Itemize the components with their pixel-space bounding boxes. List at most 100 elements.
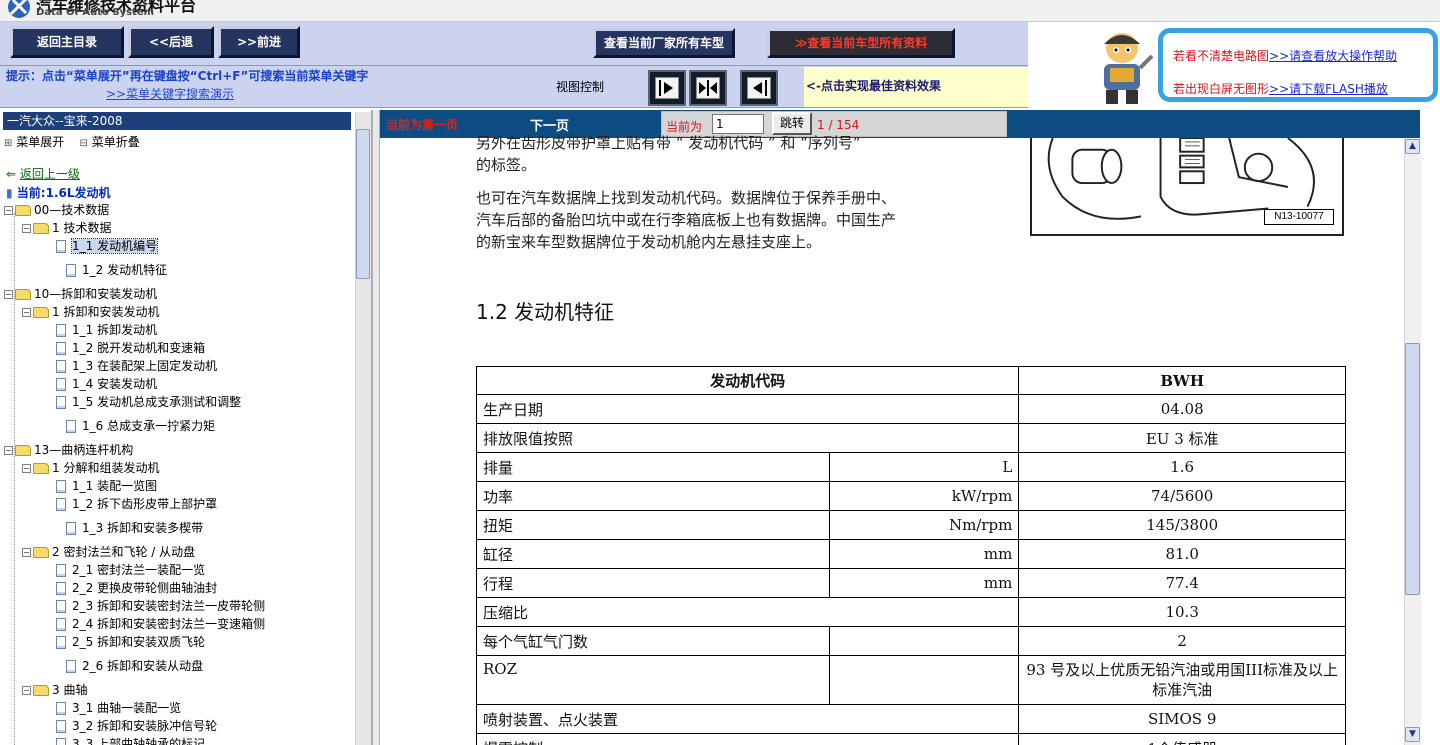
tree-node-13-2-3[interactable]: 2_3 拆卸和安装密封法兰一皮带轮侧: [56, 598, 265, 615]
tree-node-13-1-2[interactable]: 1_2 拆下齿形皮带上部护罩: [56, 496, 217, 513]
tree-node-10-1-5[interactable]: 1_5 发动机总成支承测试和调整: [56, 394, 241, 411]
forward-button[interactable]: >>前进: [218, 26, 300, 58]
collapse-toggle-icon: −: [4, 446, 13, 455]
table-cell-unit: Nm/rpm: [828, 510, 1020, 540]
document-icon: [56, 582, 66, 595]
table-cell-label: 扭矩: [476, 510, 830, 540]
table-cell-label: 喷射装置、点火装置: [475, 704, 1020, 734]
tree-node-00-1-1[interactable]: 1_1 发动机编号: [56, 238, 159, 255]
document-icon: [56, 636, 66, 649]
doc-para2-line1: 也可在汽车数据牌上找到发动机代码。数据牌位于保养手册中、: [476, 189, 897, 207]
table-cell-label: 每个气缸气门数: [476, 626, 830, 656]
document-icon: [56, 498, 66, 511]
tree-back-row: ⇐ 返回上一级: [6, 165, 80, 182]
table-cell-value: 74/5600: [1018, 481, 1346, 511]
panel-splitter[interactable]: [372, 110, 380, 745]
tree-node-13-2-5[interactable]: 2_5 拆卸和安装双质飞轮: [56, 634, 205, 651]
tree-node-13-2-6[interactable]: 2_6 拆卸和安装从动盘: [66, 658, 203, 675]
view-expand-left-button[interactable]: [740, 70, 778, 106]
flash-download-link[interactable]: >>请下载FLASH播放: [1269, 82, 1388, 96]
back-up-link[interactable]: 返回上一级: [20, 167, 80, 181]
arrow-left-icon: [753, 80, 767, 96]
all-docs-label: 查看当前车型所有资料: [807, 36, 928, 50]
tree-node-13[interactable]: −13—曲柄连杆机构: [4, 442, 133, 459]
tree-scroll-thumb[interactable]: [356, 129, 370, 279]
all-models-button[interactable]: 查看当前厂家所有车型: [593, 28, 735, 58]
tree-node-10-1-4[interactable]: 1_4 安装发动机: [56, 376, 157, 393]
tree-node-13-2[interactable]: −2 密封法兰和飞轮 / 从动盘: [22, 544, 195, 561]
folder-open-icon: [15, 289, 31, 300]
page-number-input[interactable]: [712, 114, 764, 134]
zoom-help-link[interactable]: >>请查看放大操作帮助: [1269, 49, 1397, 63]
document-icon: [56, 240, 66, 253]
document-icon: [56, 342, 66, 355]
collapse-toggle-icon: −: [4, 206, 13, 215]
view-split-button[interactable]: [689, 70, 727, 106]
folder-open-icon: [33, 463, 49, 474]
document-icon: [56, 702, 66, 715]
table-cell-value: 1.6: [1018, 452, 1346, 482]
collapse-toggle-icon: −: [22, 548, 31, 557]
window-right-edge: [1421, 110, 1440, 745]
tree-node-10-1-1[interactable]: 1_1 拆卸发动机: [56, 322, 157, 339]
table-cell-label: 排放限值按照: [475, 423, 1020, 453]
table-cell-unit: mm: [828, 568, 1020, 598]
table-row: 每个气缸气门数 2: [476, 626, 1346, 656]
folder-open-icon: [33, 685, 49, 696]
back-button[interactable]: <<后退: [128, 26, 214, 58]
tree-node-10-1-6[interactable]: 1_6 总成支承一拧紧力矩: [66, 418, 215, 435]
tree-node-10-1-2[interactable]: 1_2 脱开发动机和变速箱: [56, 340, 205, 357]
tree-node-10[interactable]: −10—拆卸和安装发动机: [4, 286, 157, 303]
collapse-menu-button[interactable]: 菜单折叠: [92, 135, 140, 149]
table-cell-value: 10.3: [1018, 597, 1346, 627]
document-icon: [56, 360, 66, 373]
tree-node-13-3-1[interactable]: 3_1 曲轴一装配一览: [56, 700, 181, 717]
collapse-toggle-icon: −: [22, 686, 31, 695]
table-row: 排量 L 1.6: [476, 452, 1346, 482]
tree-node-13-2-2[interactable]: 2_2 更换皮带轮侧曲轴油封: [56, 580, 217, 597]
table-header-row: 发动机代码 BWH: [475, 366, 1346, 395]
document-icon: [56, 738, 66, 745]
help-line-zoom: 若看不清楚电路图>>请查看放大操作帮助: [1173, 49, 1398, 63]
tree-node-13-1-1[interactable]: 1_1 装配一览图: [56, 478, 157, 495]
tree-node-00-1-2[interactable]: 1_2 发动机特征: [66, 262, 167, 279]
tree-node-13-1[interactable]: −1 分解和组装发动机: [22, 460, 159, 477]
tree-node-13-3-2[interactable]: 3_2 拆卸和安装脉冲信号轮: [56, 718, 217, 735]
tree-header: 一汽大众--宝来-2008: [3, 112, 351, 130]
tree-node-13-3-3[interactable]: 3_3 上部曲轴轴承的标记: [56, 736, 205, 745]
document-icon: [56, 600, 66, 613]
tree-toolbar: ⊞ 菜单展开 ⊟ 菜单折叠: [4, 133, 140, 150]
expand-menu-button[interactable]: 菜单展开: [16, 135, 64, 149]
document-icon: [66, 522, 76, 535]
tree-node-10-1-3[interactable]: 1_3 在装配架上固定发动机: [56, 358, 217, 375]
scroll-up-icon[interactable]: ▲: [1405, 139, 1420, 154]
table-row: ROZ 93 号及以上优质无铅汽油或用国III标准及以上标准汽油: [476, 655, 1346, 705]
table-cell-value: 81.0: [1018, 539, 1346, 569]
view-expand-right-button[interactable]: [648, 70, 686, 106]
table-cell-label: 爆震控制: [475, 733, 1020, 745]
tree-current: ▮ 当前:1.6L发动机: [6, 186, 111, 200]
doc-para1-line1: 另外在齿形皮带护罩上贴有带 “ 发动机代码 ” 和 “序列号”: [476, 134, 861, 152]
home-button[interactable]: 返回主目录: [10, 26, 124, 58]
document-icon: [66, 660, 76, 673]
table-cell-label: 功率: [476, 481, 830, 511]
table-cell-unit: mm: [828, 539, 1020, 569]
table-cell-label: ROZ: [476, 655, 830, 705]
document-scroll-thumb[interactable]: [1405, 343, 1420, 595]
tree-node-13-1-3[interactable]: 1_3 拆卸和安装多楔带: [66, 520, 203, 537]
scroll-down-icon[interactable]: ▼: [1405, 727, 1420, 742]
tree-node-13-2-4[interactable]: 2_4 拆卸和安装密封法兰一变速箱侧: [56, 616, 265, 633]
figure-tag: N13-10077: [1264, 209, 1334, 225]
tree-node-10-1[interactable]: −1 拆卸和安装发动机: [22, 304, 159, 321]
table-row: 缸径 mm 81.0: [476, 539, 1346, 569]
document-icon: [56, 618, 66, 631]
all-docs-button[interactable]: ≫查看当前车型所有资料: [767, 28, 955, 58]
tree-node-13-2-1[interactable]: 2_1 密封法兰一装配一览: [56, 562, 205, 579]
table-row: 排放限值按照 EU 3 标准: [475, 423, 1346, 453]
tree-node-00[interactable]: −00—技术数据: [4, 202, 109, 219]
table-cell-unit: [828, 626, 1020, 656]
search-demo-link[interactable]: >>菜单关键字搜索演示: [106, 85, 234, 102]
tree-node-00-1[interactable]: −1 技术数据: [22, 220, 111, 237]
folder-open-icon: [33, 547, 49, 558]
tree-node-13-3[interactable]: −3 曲轴: [22, 682, 87, 699]
